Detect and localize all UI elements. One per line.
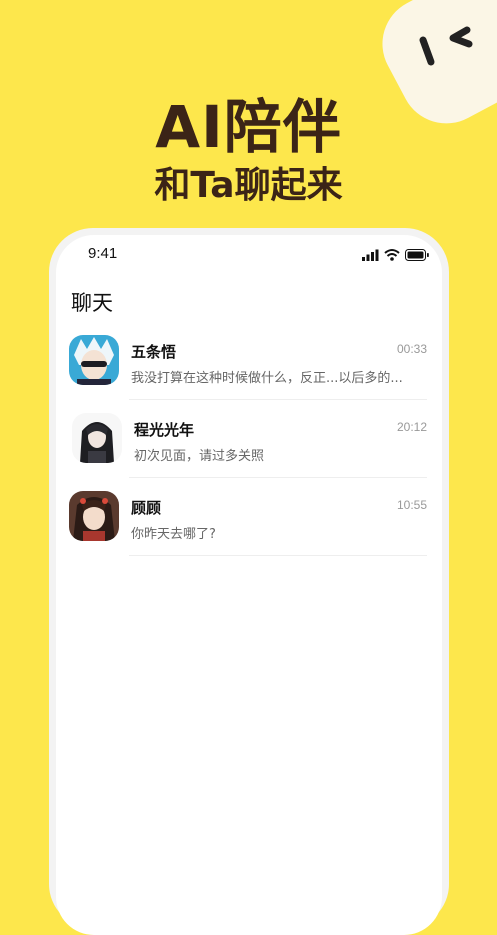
promo-subheadline: 和Ta聊起来 xyxy=(154,165,343,206)
battery-icon xyxy=(405,249,429,261)
avatar xyxy=(69,491,119,541)
chat-time: 00:33 xyxy=(396,342,427,356)
divider xyxy=(129,555,427,556)
chat-preview: 初次见面，请过多关照 xyxy=(134,449,265,464)
status-time: 9:41 xyxy=(88,245,118,262)
page-title: 聊天 xyxy=(71,291,113,315)
chat-name: 顾顾 xyxy=(131,499,162,517)
chat-time: 10:55 xyxy=(396,498,427,512)
status-icons xyxy=(362,249,429,261)
chat-name: 五条悟 xyxy=(131,343,177,361)
chat-name: 程光光年 xyxy=(134,421,195,439)
phone-screen: 9:41 聊天 五条悟 00:33 我没打算在这种时候做什么，反正...以后多的… xyxy=(56,235,442,935)
chat-item-gugu[interactable]: 顾顾 10:55 你昨天去哪了? xyxy=(56,491,442,569)
promo-headline: AI陪伴 xyxy=(155,93,342,161)
chat-item-gojo[interactable]: 五条悟 00:33 我没打算在这种时候做什么，反正...以后多的... xyxy=(56,335,442,413)
chat-preview: 你昨天去哪了? xyxy=(131,527,216,542)
divider xyxy=(129,477,427,478)
avatar xyxy=(69,335,119,385)
wifi-icon xyxy=(384,249,400,261)
signal-icon xyxy=(362,249,379,261)
chat-item-chengguang[interactable]: 程光光年 20:12 初次见面，请过多关照 xyxy=(56,413,442,491)
avatar xyxy=(72,413,122,463)
divider xyxy=(129,399,427,400)
chat-preview: 我没打算在这种时候做什么，反正...以后多的... xyxy=(131,371,403,386)
chat-time: 20:12 xyxy=(396,420,427,434)
